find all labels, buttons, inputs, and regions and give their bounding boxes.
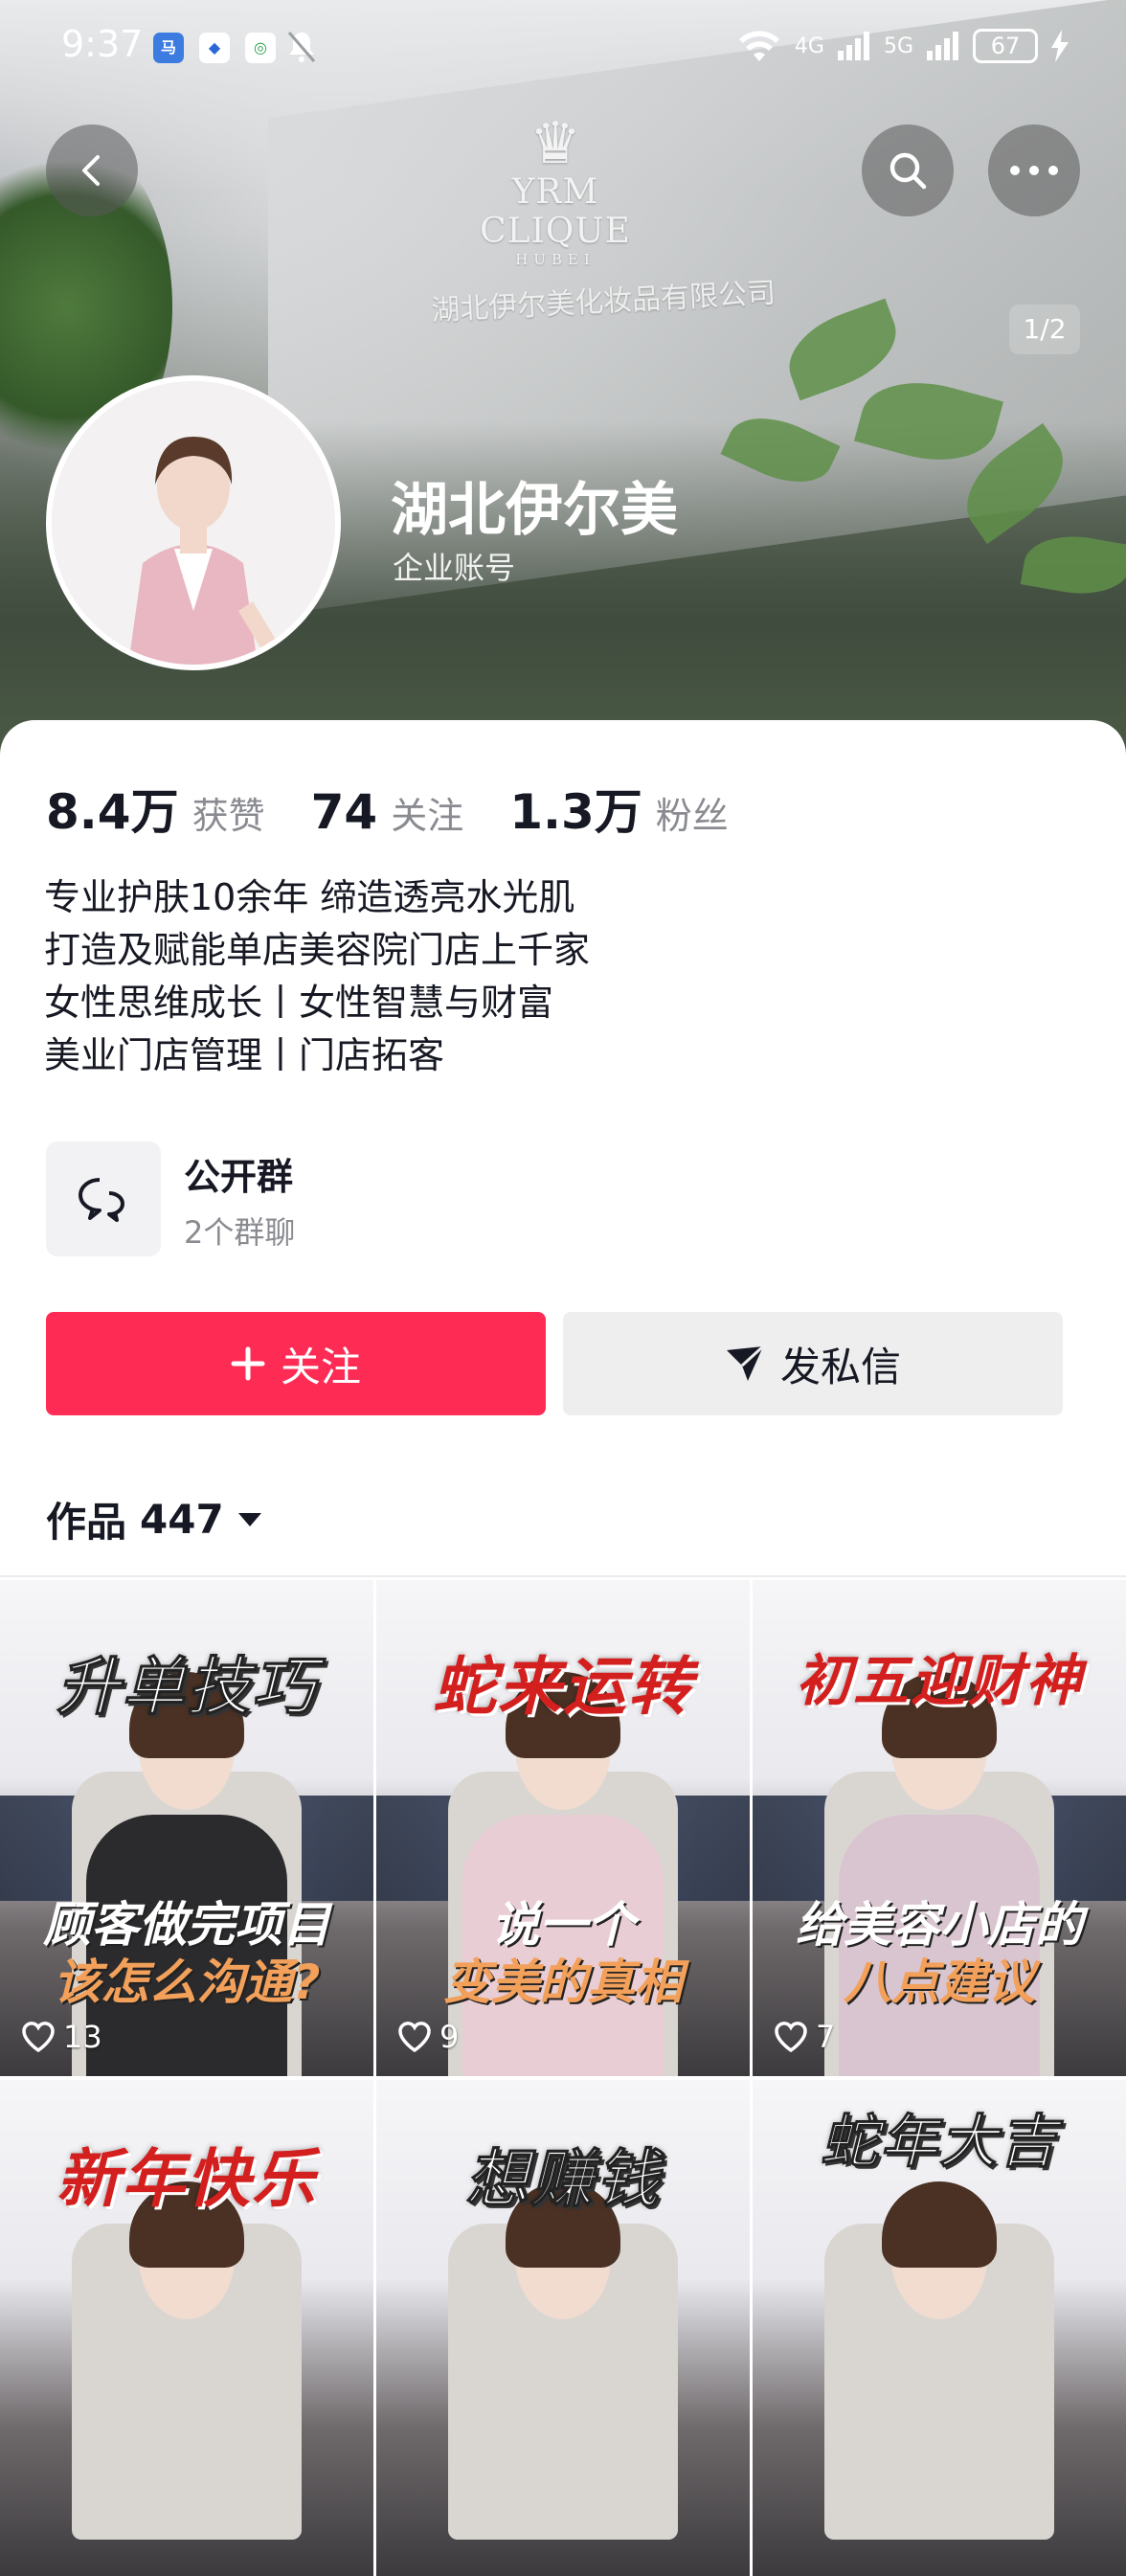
message-button[interactable]: 发私信 [563,1312,1063,1415]
likes-label[interactable]: 获赞 [192,786,265,839]
video-likes: 7 [774,2019,835,2055]
group-chat-button[interactable] [46,1141,161,1256]
tile-presenter [867,2181,1011,2576]
video-tile[interactable]: 新年快乐 [0,2080,373,2576]
group-subtitle: 2个群聊 [184,1214,296,1251]
wifi-icon [738,31,779,61]
bio-line: 打造及赋能单店美容院门店上千家 [44,929,591,971]
video-tile[interactable]: 初五迎财神 给美容小店的 八点建议 7 [753,1580,1126,2076]
status-bar: 9:37 马 ◆ ◎ 4G 5G 67 [0,0,1126,96]
video-tile[interactable]: 蛇来运转 说一个 变美的真相 9 [376,1580,750,2076]
video-title: 初五迎财神 [795,1648,1083,1713]
network-label-1: 4G [794,34,824,58]
search-icon [890,152,927,190]
app-notification-icon: ◎ [245,33,276,63]
avatar-image [52,381,335,665]
profile-name: 湖北伊尔美 [391,477,678,544]
network-label-2: 5G [883,34,913,58]
video-title: 蛇来运转 [433,1650,693,1724]
following-count[interactable]: 74 [311,784,378,840]
video-title: 升单技巧 [56,1650,317,1725]
video-caption: 顾客做完项目 该怎么沟通? [43,1897,330,2010]
group-chat-icon [79,1178,124,1222]
message-label: 发私信 [779,1343,901,1390]
works-tab[interactable]: 作品 447 [46,1490,262,1548]
followers-count[interactable]: 1.3万 [509,774,642,843]
likes-count[interactable]: 8.4万 [46,774,179,843]
bio-line: 女性思维成长丨女性智慧与财富 [44,982,554,1024]
video-title: 新年快乐 [56,2142,317,2216]
signal-icon [837,32,869,60]
brand-name: YRM CLIQUE [480,172,631,251]
app-notification-icon: 马 [153,33,184,63]
plus-icon [231,1346,265,1381]
battery-icon: 67 [973,29,1038,63]
video-caption: 说一个 变美的真相 [443,1897,683,2010]
video-caption: 给美容小店的 八点建议 [796,1897,1083,2010]
video-tile[interactable]: 想赚钱 [376,2080,750,2576]
status-right: 4G 5G 67 [737,29,1069,63]
heart-icon [398,2022,431,2052]
video-likes: 13 [21,2019,102,2055]
video-likes: 9 [397,2019,459,2055]
group-title[interactable]: 公开群 [184,1147,293,1200]
profile-card: 8.4万 获赞 74 关注 1.3万 粉丝 专业护肤10余年 缔造透亮水光肌 打… [0,720,1126,2576]
video-title: 蛇年大吉 [821,2109,1058,2177]
search-button[interactable] [862,124,954,216]
back-icon [82,155,100,186]
dropdown-icon [237,1512,261,1526]
follow-label: 关注 [280,1343,361,1390]
tile-presenter [115,2181,259,2576]
follow-button[interactable]: 关注 [46,1312,546,1415]
charging-icon [1051,30,1069,62]
heart-icon [775,2022,807,2052]
tile-presenter [491,2181,635,2576]
brand-sub: HUBEI [515,251,596,268]
following-label[interactable]: 关注 [391,786,463,839]
more-button[interactable] [988,124,1080,216]
account-type-label: 企业账号 [393,550,516,586]
bio: 专业护肤10余年 缔造透亮水光肌 打造及赋能单店美容院门店上千家 女性思维成长丨… [44,871,590,1082]
brand-logo: ♛ YRM CLIQUE HUBEI [440,115,670,268]
mute-icon [285,29,318,69]
back-button[interactable] [46,124,138,216]
status-time: 9:37 [61,23,144,65]
tile-presenter [462,1672,664,2076]
bio-line: 专业护肤10余年 缔造透亮水光肌 [44,876,575,918]
heart-icon [22,2022,55,2052]
more-icon [1010,166,1058,175]
avatar[interactable] [46,375,341,670]
bio-line: 美业门店管理丨门店拓客 [44,1034,445,1076]
tile-presenter [86,1672,287,2076]
stats-row: 8.4万 获赞 74 关注 1.3万 粉丝 [46,774,775,843]
signal-icon [927,32,958,60]
crown-icon: ♛ [529,110,581,177]
followers-label[interactable]: 粉丝 [656,786,729,839]
send-icon [726,1344,764,1381]
tile-presenter [839,1672,1040,2076]
video-tile[interactable]: 蛇年大吉 [753,2080,1126,2576]
video-tile[interactable]: 升单技巧 顾客做完项目 该怎么沟通? 13 [0,1580,373,2076]
divider [0,1575,1126,1577]
works-label: 作品 [46,1499,127,1546]
video-title: 想赚钱 [465,2142,661,2217]
banner-page-indicator: 1/2 [1009,305,1080,354]
app-notification-icon: ◆ [199,33,230,63]
works-count: 447 [140,1496,224,1543]
